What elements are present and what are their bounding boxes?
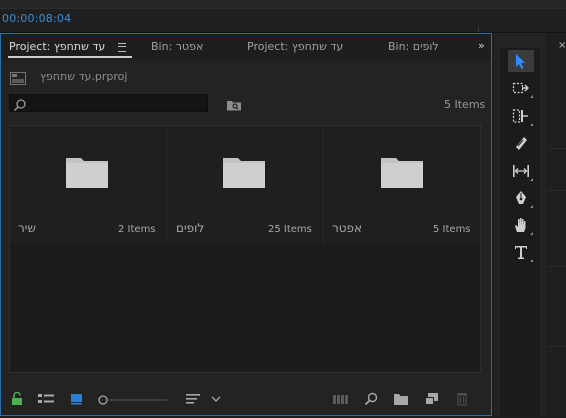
sort-icons-icon[interactable] <box>186 391 222 410</box>
new-item-icon[interactable] <box>424 391 440 410</box>
adjacent-panel <box>546 33 566 416</box>
tab-bin-loops[interactable]: Bin: לופים <box>388 40 439 53</box>
selection-tool-icon[interactable] <box>508 50 534 72</box>
bin-item-count: 5 Items <box>433 224 471 235</box>
bin-name: אפטר <box>332 221 363 235</box>
divider <box>478 26 479 32</box>
tab-project[interactable]: Project: עד שתחפץ <box>247 40 343 53</box>
project-file-icon <box>10 70 26 85</box>
close-icon[interactable]: × <box>558 40 566 51</box>
hand-tool-icon[interactable] <box>508 214 534 236</box>
new-search-bin-icon[interactable] <box>226 96 242 111</box>
ripple-edit-tool-icon[interactable] <box>508 105 534 127</box>
tab-bin-after[interactable]: Bin: אפטר <box>151 40 203 53</box>
active-tab-indicator <box>8 56 132 58</box>
tab-overflow-icon[interactable]: » <box>478 39 485 52</box>
new-bin-icon[interactable] <box>393 391 409 410</box>
track-select-tool-icon[interactable] <box>508 77 534 99</box>
timecode-bar <box>0 8 566 33</box>
lock-icon[interactable] <box>11 391 23 410</box>
search-icon <box>13 97 27 112</box>
search-input[interactable] <box>9 94 208 112</box>
tab-project-active[interactable]: Project: עד שתחפץ <box>9 40 105 53</box>
slip-tool-icon[interactable] <box>508 160 534 182</box>
divider <box>548 148 566 149</box>
pen-tool-icon[interactable] <box>508 187 534 209</box>
trash-icon[interactable] <box>455 391 469 410</box>
find-icon[interactable] <box>363 391 379 410</box>
list-view-icon[interactable] <box>38 391 55 410</box>
bin-item-count: 2 Items <box>118 224 156 235</box>
folder-icon <box>381 156 423 188</box>
divider <box>548 190 566 191</box>
bin-item-count: 25 Items <box>268 224 312 235</box>
bin-name: שיר <box>18 221 36 235</box>
folder-icon <box>223 156 265 188</box>
folder-icon <box>66 156 108 188</box>
automate-to-sequence-icon[interactable] <box>332 391 350 410</box>
panel-menu-icon[interactable] <box>118 43 126 52</box>
top-strip <box>0 0 566 8</box>
type-tool-icon[interactable] <box>508 241 534 263</box>
divider <box>548 266 566 267</box>
playhead-timecode[interactable]: 00:00:08:04 <box>2 12 71 25</box>
zoom-slider[interactable] <box>97 392 169 411</box>
divider <box>0 8 566 9</box>
razor-tool-icon[interactable] <box>508 132 534 154</box>
bin-name: לופים <box>176 221 205 235</box>
item-count: 5 Items <box>444 98 486 111</box>
divider <box>548 346 566 347</box>
icon-view-icon[interactable] <box>70 391 84 410</box>
project-file-name: עד שתחפץ.prproj <box>40 70 128 83</box>
